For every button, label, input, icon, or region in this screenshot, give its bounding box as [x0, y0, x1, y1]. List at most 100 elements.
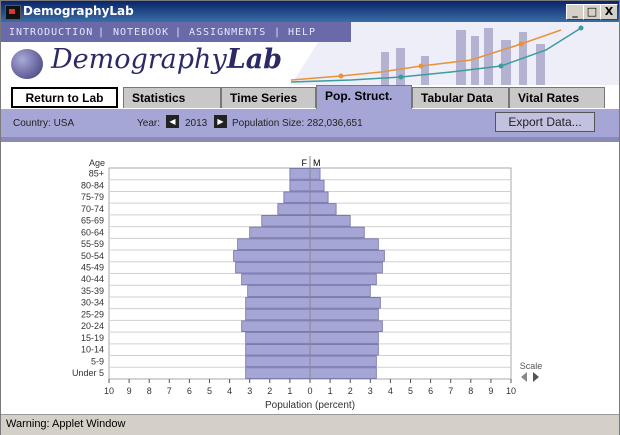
age-label: 25-29	[81, 309, 104, 319]
female-bar	[283, 191, 311, 204]
menu-introduction[interactable]: INTRODUCTION	[9, 27, 93, 38]
tab-vital-rates[interactable]: Vital Rates	[509, 87, 605, 108]
male-label: M	[313, 158, 321, 168]
tab-statistics[interactable]: Statistics	[123, 87, 221, 108]
age-label: 70-74	[81, 204, 104, 214]
tab-time-series[interactable]: Time Series	[221, 87, 316, 108]
female-bar	[235, 261, 311, 274]
male-bar	[309, 168, 321, 180]
male-bar	[309, 308, 379, 321]
population-pyramid-chart: Age F M85+80-8475-7970-7465-6960-6455-5950…	[72, 156, 543, 411]
x-tick-label: 6	[428, 386, 433, 396]
menu-separator: |	[175, 27, 183, 38]
maximize-button[interactable]: □	[583, 4, 601, 20]
menu-bar: INTRODUCTION | NOTEBOOK | ASSIGNMENTS | …	[1, 22, 351, 42]
female-bar	[245, 332, 311, 344]
tab-pop-struct[interactable]: Pop. Struct.	[316, 85, 412, 109]
minimize-button[interactable]: _	[566, 4, 584, 20]
x-tick-label: 4	[227, 386, 232, 396]
pyramid-panel: Age F M 85+ 80-84 75-79 70-74 65-69 60-64 55-59 50…	[1, 142, 619, 414]
female-bar	[245, 297, 311, 309]
applet-window: DemographyLab _ □ X INTRODUCTION | NOTEB…	[0, 0, 620, 435]
control-bar: Country: USA Year: ◀ 2013 ▶ Population S…	[1, 109, 619, 138]
x-tick-label: 0	[307, 386, 312, 396]
female-label: F	[302, 158, 308, 168]
window-title: DemographyLab	[23, 4, 134, 18]
age-label: 55-59	[81, 239, 104, 249]
x-tick-label: 1	[328, 386, 333, 396]
x-tick-label: 2	[267, 386, 272, 396]
male-bar	[309, 214, 351, 227]
year-prev-button[interactable]: ◀	[166, 115, 179, 128]
male-bar	[309, 226, 365, 239]
java-app-icon	[5, 5, 21, 20]
age-label: 15-19	[81, 333, 104, 343]
menu-assignments[interactable]: ASSIGNMENTS	[189, 27, 266, 38]
scale-down-icon[interactable]	[521, 372, 527, 382]
app-banner: INTRODUCTION | NOTEBOOK | ASSIGNMENTS | …	[1, 22, 619, 85]
x-tick-label: 9	[127, 386, 132, 396]
x-tick-label: 2	[348, 386, 353, 396]
x-tick-label: 8	[147, 386, 152, 396]
female-bar	[245, 343, 311, 356]
x-tick-label: 10	[104, 386, 114, 396]
female-bar	[261, 214, 311, 227]
menu-separator: |	[98, 27, 106, 38]
scale-label: Scale	[520, 361, 543, 371]
country-label: Country: USA	[13, 118, 75, 129]
globe-logo-icon	[11, 49, 43, 79]
year-next-button[interactable]: ▶	[214, 115, 227, 128]
x-axis-title: Population (percent)	[265, 400, 355, 411]
x-tick-label: 4	[388, 386, 393, 396]
x-tick-label: 3	[247, 386, 252, 396]
age-label: 20-24	[81, 321, 104, 331]
age-label: 35-39	[81, 286, 104, 296]
age-label: 60-64	[81, 227, 104, 237]
x-tick-label: 8	[468, 386, 473, 396]
x-tick-label: 1	[287, 386, 292, 396]
female-bar	[233, 250, 311, 262]
male-bar	[309, 297, 381, 309]
tab-tabular-data[interactable]: Tabular Data	[412, 87, 509, 108]
age-label: 85+	[89, 169, 104, 179]
y-axis-title: Age	[89, 158, 105, 168]
male-bar	[309, 332, 379, 344]
male-bar	[309, 367, 377, 379]
x-tick-label: 7	[448, 386, 453, 396]
menu-help[interactable]: HELP	[288, 27, 316, 38]
female-bar	[289, 179, 311, 192]
menu-notebook[interactable]: NOTEBOOK	[113, 27, 169, 38]
female-bar	[241, 273, 311, 286]
scale-up-icon[interactable]	[533, 372, 539, 382]
year-value: 2013	[185, 118, 208, 129]
female-bar	[247, 285, 311, 297]
close-button[interactable]: X	[600, 4, 618, 20]
age-label: 40-44	[81, 274, 104, 284]
population-size: Population Size: 282,036,651	[232, 118, 363, 129]
female-bar	[237, 238, 311, 250]
x-tick-label: 10	[506, 386, 516, 396]
male-bar	[309, 343, 379, 356]
status-bar: Warning: Applet Window	[1, 414, 619, 435]
male-bar	[309, 261, 383, 274]
x-tick-label: 5	[207, 386, 212, 396]
male-bar	[309, 238, 379, 250]
male-bar	[309, 273, 377, 286]
male-bar	[309, 355, 377, 368]
export-data-button[interactable]: Export Data...	[495, 112, 595, 132]
tab-row: Return to Lab Statistics Time Series Pop…	[1, 85, 619, 109]
app-logo: DemographyLab	[51, 44, 283, 75]
male-bar	[309, 191, 329, 204]
x-tick-label: 9	[488, 386, 493, 396]
x-tick-label: 7	[167, 386, 172, 396]
age-label: 75-79	[81, 192, 104, 202]
male-bar	[309, 285, 371, 297]
age-label: 65-69	[81, 216, 104, 226]
female-bar	[241, 320, 311, 333]
female-bar	[289, 168, 311, 180]
age-label: 50-54	[81, 251, 104, 261]
return-to-lab-button[interactable]: Return to Lab	[11, 87, 118, 108]
age-label: 10-14	[81, 345, 104, 355]
male-bar	[309, 250, 385, 262]
female-bar	[249, 226, 311, 239]
